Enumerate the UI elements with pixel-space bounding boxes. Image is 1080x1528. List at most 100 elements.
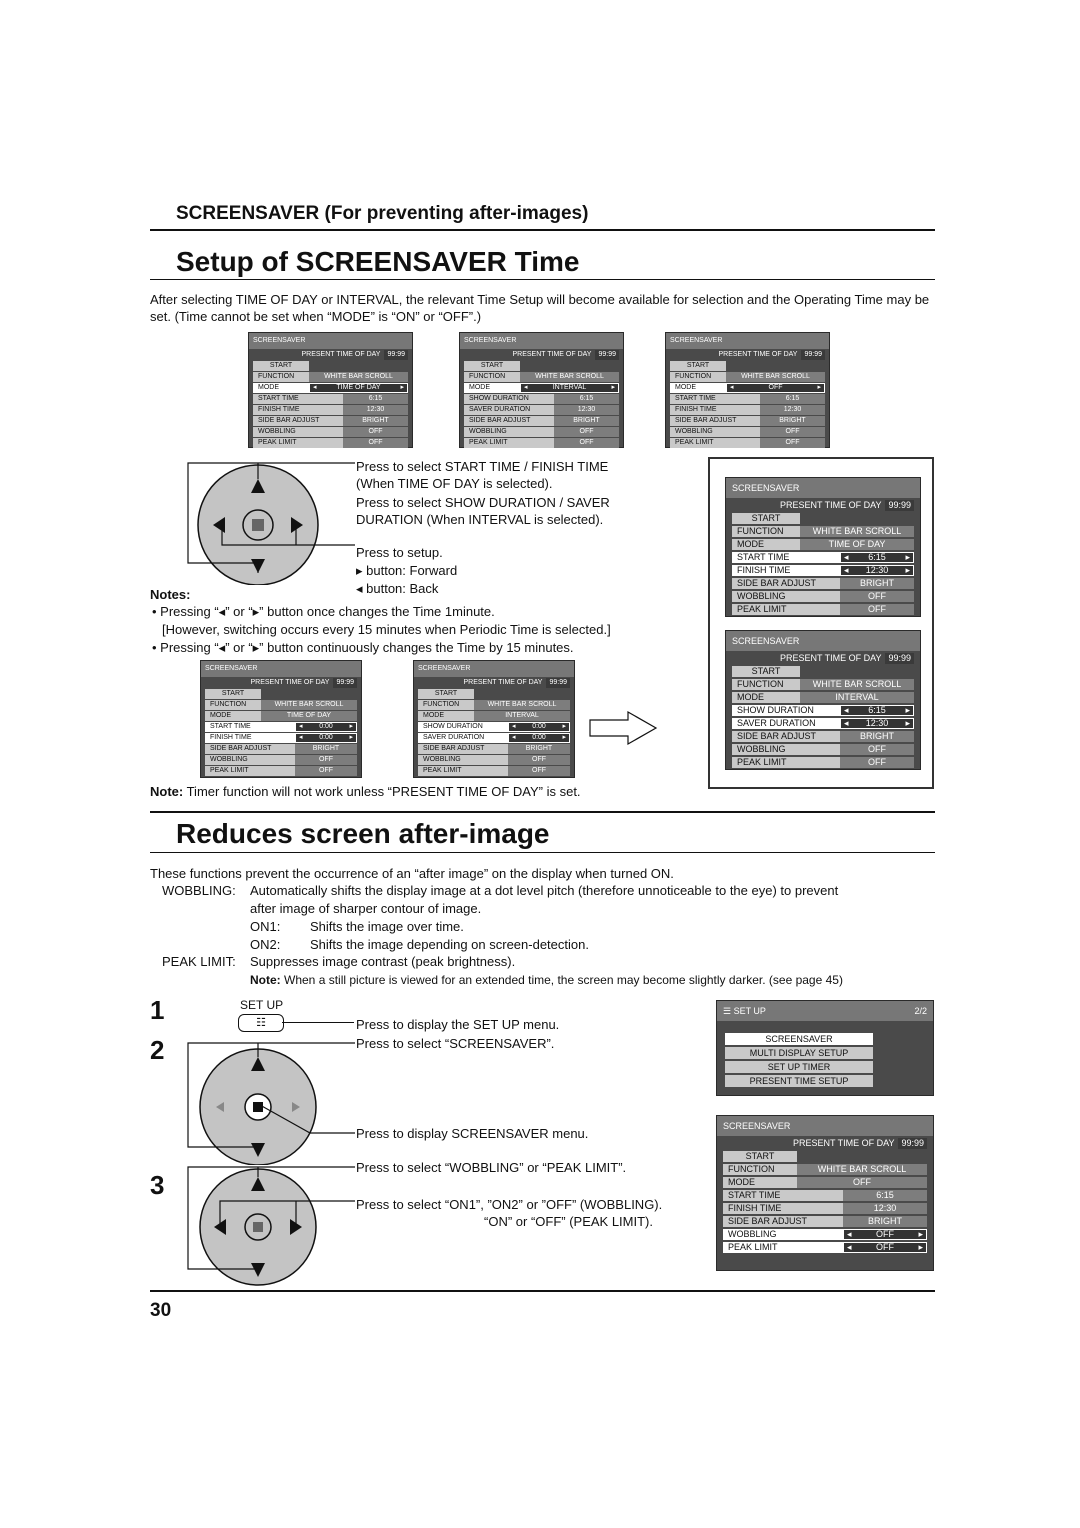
start-button[interactable]: START: [732, 513, 800, 524]
time1-row[interactable]: START TIME ◂ 6:15 ▸: [732, 552, 914, 563]
time2-row[interactable]: FINISH TIME ◂ 12:30 ▸: [732, 565, 914, 576]
start-button[interactable]: START: [670, 361, 726, 371]
callout-text: Press to setup.: [356, 545, 443, 560]
time1-row[interactable]: START TIME 6:15: [253, 394, 408, 404]
intro-paragraph: After selecting TIME OF DAY or INTERVAL,…: [150, 292, 930, 324]
divider: [150, 1290, 935, 1292]
time1-row[interactable]: START TIME 6:15: [723, 1190, 927, 1201]
present-time-row: PRESENT TIME OF DAY 99:99: [253, 350, 408, 360]
time2-row[interactable]: SAVER DURATION 12:30: [464, 405, 619, 415]
time2-row[interactable]: SAVER DURATION ◂ 12:30 ▸: [732, 718, 914, 729]
note-item: • Pressing “◂” or “▸” button continuousl…: [152, 640, 574, 655]
remote-dpad: [187, 462, 355, 585]
peak-limit-row[interactable]: PEAK LIMIT OFF: [464, 438, 619, 448]
start-button[interactable]: START: [418, 689, 474, 699]
start-button[interactable]: START: [723, 1151, 797, 1162]
time1-row[interactable]: START TIME 6:15: [670, 394, 825, 404]
start-button[interactable]: START: [464, 361, 520, 371]
callout-text: (When TIME OF DAY is selected).: [356, 476, 553, 491]
on2-label: ON2:: [250, 937, 281, 952]
wobbling-row[interactable]: WOBBLING OFF: [418, 755, 570, 765]
setup-button-label: SET UP: [240, 998, 284, 1012]
section-title: SCREENSAVER (For preventing after-images…: [176, 203, 589, 224]
function-row[interactable]: FUNCTION WHITE BAR SCROLL: [723, 1164, 927, 1175]
time2-row[interactable]: FINISH TIME ◂ 0:00 ▸: [205, 733, 357, 743]
present-time-row: PRESENT TIME OF DAY 99:99: [464, 350, 619, 360]
menu-list-icon: ☰: [723, 1006, 732, 1016]
side-bar-row[interactable]: SIDE BAR ADJUST BRIGHT: [732, 731, 914, 742]
function-row[interactable]: FUNCTION WHITE BAR SCROLL: [253, 372, 408, 382]
osd-title: SCREENSAVER: [414, 661, 574, 677]
side-bar-row[interactable]: SIDE BAR ADJUST BRIGHT: [670, 416, 825, 426]
mode-row[interactable]: MODE INTERVAL: [732, 692, 914, 703]
time2-row[interactable]: FINISH TIME 12:30: [253, 405, 408, 415]
function-row[interactable]: FUNCTION WHITE BAR SCROLL: [205, 700, 357, 710]
side-bar-row[interactable]: SIDE BAR ADJUST BRIGHT: [723, 1216, 927, 1227]
function-row[interactable]: FUNCTION WHITE BAR SCROLL: [732, 526, 914, 537]
peak-limit-desc: Suppresses image contrast (peak brightne…: [250, 954, 516, 969]
peak-note: Note: When a still picture is viewed for…: [250, 973, 843, 987]
function-row[interactable]: FUNCTION WHITE BAR SCROLL: [418, 700, 570, 710]
peak-limit-row[interactable]: PEAK LIMIT ◂ OFF ▸: [723, 1242, 927, 1253]
mode-row[interactable]: MODE ◂ TIME OF DAY ▸: [253, 383, 408, 393]
wobbling-desc: after image of sharper contour of image.: [250, 901, 482, 916]
setup-menu-page: 2/2: [914, 1006, 927, 1016]
setup-item-present-time[interactable]: PRESENT TIME SETUP: [725, 1075, 873, 1087]
screensaver-menu: SCREENSAVER PRESENT TIME OF DAY 99:99 STA…: [459, 332, 624, 448]
callout-text: ▸ button: Forward: [356, 563, 458, 578]
present-time-row: PRESENT TIME OF DAY 99:99: [732, 500, 914, 511]
peak-limit-row[interactable]: PEAK LIMIT OFF: [418, 766, 570, 776]
mode-row[interactable]: MODE OFF: [723, 1177, 927, 1188]
function-row[interactable]: FUNCTION WHITE BAR SCROLL: [732, 679, 914, 690]
peak-limit-row[interactable]: PEAK LIMIT OFF: [732, 604, 914, 615]
heading-setup-time: Setup of SCREENSAVER Time: [176, 246, 580, 277]
screensaver-menu: SCREENSAVER PRESENT TIME OF DAY 99:99 STA…: [248, 332, 413, 448]
side-bar-row[interactable]: SIDE BAR ADJUST BRIGHT: [418, 744, 570, 754]
wobbling-row[interactable]: WOBBLING OFF: [464, 427, 619, 437]
peak-limit-row[interactable]: PEAK LIMIT OFF: [253, 438, 408, 448]
setup-item-multi-display[interactable]: MULTI DISPLAY SETUP: [725, 1047, 873, 1059]
osd-title: SCREENSAVER: [460, 333, 623, 349]
mode-row[interactable]: MODE ◂ OFF ▸: [670, 383, 825, 393]
setup-item-screensaver[interactable]: SCREENSAVER: [725, 1033, 873, 1045]
mode-row[interactable]: MODE TIME OF DAY: [205, 711, 357, 721]
wobbling-row[interactable]: WOBBLING OFF: [732, 744, 914, 755]
time1-row[interactable]: SHOW DURATION ◂ 0:00 ▸: [418, 722, 570, 732]
start-button[interactable]: START: [205, 689, 261, 699]
peak-limit-row[interactable]: PEAK LIMIT OFF: [732, 757, 914, 768]
start-button[interactable]: START: [732, 666, 800, 677]
side-bar-row[interactable]: SIDE BAR ADJUST BRIGHT: [464, 416, 619, 426]
peak-limit-row[interactable]: PEAK LIMIT OFF: [670, 438, 825, 448]
divider: [150, 229, 935, 231]
present-time-row: PRESENT TIME OF DAY 99:99: [732, 653, 914, 664]
setup-button[interactable]: ☷: [238, 1014, 284, 1032]
wobbling-row[interactable]: WOBBLING ◂ OFF ▸: [723, 1229, 927, 1240]
divider: [150, 811, 935, 813]
osd-title: SCREENSAVER: [726, 478, 920, 498]
time1-row[interactable]: SHOW DURATION 6:15: [464, 394, 619, 404]
side-bar-row[interactable]: SIDE BAR ADJUST BRIGHT: [732, 578, 914, 589]
side-bar-row[interactable]: SIDE BAR ADJUST BRIGHT: [253, 416, 408, 426]
step2-text: Press to select “SCREENSAVER”.: [356, 1036, 555, 1051]
wobbling-row[interactable]: WOBBLING OFF: [670, 427, 825, 437]
function-row[interactable]: FUNCTION WHITE BAR SCROLL: [670, 372, 825, 382]
time2-row[interactable]: SAVER DURATION ◂ 0:00 ▸: [418, 733, 570, 743]
mode-row[interactable]: MODE TIME OF DAY: [732, 539, 914, 550]
time1-row[interactable]: START TIME ◂ 0:00 ▸: [205, 722, 357, 732]
peak-limit-row[interactable]: PEAK LIMIT OFF: [205, 766, 357, 776]
wobbling-row[interactable]: WOBBLING OFF: [732, 591, 914, 602]
wobbling-row[interactable]: WOBBLING OFF: [205, 755, 357, 765]
function-row[interactable]: FUNCTION WHITE BAR SCROLL: [464, 372, 619, 382]
time2-row[interactable]: FINISH TIME 12:30: [723, 1203, 927, 1214]
screensaver-menu: SCREENSAVER PRESENT TIME OF DAY 99:99 STA…: [725, 477, 921, 617]
mode-row[interactable]: MODE INTERVAL: [418, 711, 570, 721]
side-bar-row[interactable]: SIDE BAR ADJUST BRIGHT: [205, 744, 357, 754]
time1-row[interactable]: SHOW DURATION ◂ 6:15 ▸: [732, 705, 914, 716]
setup-item-timer[interactable]: SET UP TIMER: [725, 1061, 873, 1073]
time2-row[interactable]: FINISH TIME 12:30: [670, 405, 825, 415]
start-button[interactable]: START: [253, 361, 309, 371]
screensaver-menu: SCREENSAVER PRESENT TIME OF DAY 99:99 STA…: [665, 332, 830, 448]
wobbling-row[interactable]: WOBBLING OFF: [253, 427, 408, 437]
osd-title: SCREENSAVER: [726, 631, 920, 651]
mode-row[interactable]: MODE ◂ INTERVAL ▸: [464, 383, 619, 393]
